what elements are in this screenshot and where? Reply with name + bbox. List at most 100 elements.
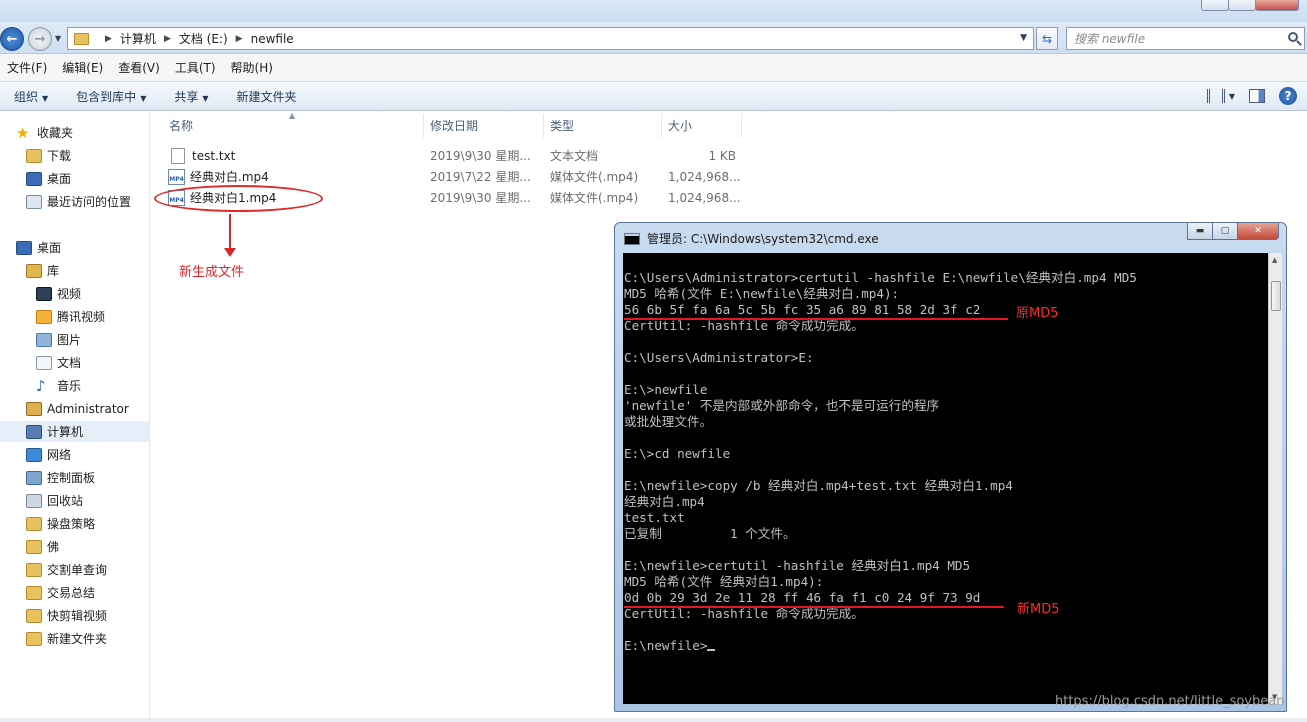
console-line: CertUtil: -hashfile 命令成功完成。 <box>624 606 864 621</box>
nav-label: 桌面 <box>47 172 72 186</box>
nav-documents[interactable]: 文档 <box>36 352 81 373</box>
nav-label: 回收站 <box>47 494 84 508</box>
nav-recent[interactable]: 最近访问的位置 <box>26 191 131 212</box>
search-icon[interactable] <box>1288 32 1298 42</box>
share-label: 共享 <box>174 89 199 104</box>
folder-icon <box>26 539 42 554</box>
menu-help[interactable]: 帮助(H) <box>224 59 281 76</box>
breadcrumb-drive[interactable]: 文档 (E:) <box>179 30 228 47</box>
file-type: 媒体文件(.mp4) <box>550 191 639 205</box>
menu-edit[interactable]: 编辑(E) <box>55 59 111 76</box>
text-cursor <box>707 649 716 651</box>
nav-tencent-video[interactable]: 腾讯视频 <box>36 306 105 327</box>
nav-folder[interactable]: 快剪辑视频 <box>26 605 107 626</box>
console-line: E:\>newfile <box>624 382 708 397</box>
menu-view[interactable]: 查看(V) <box>111 59 168 76</box>
cmd-close-button[interactable]: ✕ <box>1237 223 1279 240</box>
console-line: E:\>cd newfile <box>624 446 731 461</box>
console-line: test.txt <box>624 510 685 525</box>
chevron-right-icon[interactable]: ▶ <box>164 34 171 44</box>
console-line: C:\Users\Administrator>E: <box>624 350 814 365</box>
share-button[interactable]: 共享 ▼ <box>160 88 222 105</box>
nav-favorites[interactable]: ★ 收藏夹 <box>16 122 73 143</box>
download-folder-icon <box>26 148 42 163</box>
column-name[interactable]: 名称 <box>163 114 424 138</box>
file-row[interactable]: test.txt 2019\9\30 星期... 文本文档 1 KB <box>168 145 736 166</box>
console-output[interactable]: C:\Users\Administrator>certutil -hashfil… <box>623 253 1268 704</box>
chevron-right-icon[interactable]: ▶ <box>105 34 112 44</box>
nav-label: Administrator <box>47 401 129 416</box>
column-type[interactable]: 类型 <box>544 114 662 138</box>
scrollbar-thumb[interactable] <box>1271 281 1281 311</box>
column-date[interactable]: 修改日期 <box>424 114 544 138</box>
maximize-button[interactable] <box>1228 0 1256 11</box>
nav-recycle-bin[interactable]: 回收站 <box>26 490 83 511</box>
nav-library[interactable]: 库 <box>26 260 59 281</box>
view-options-icon[interactable] <box>1206 89 1225 103</box>
preview-pane-icon[interactable] <box>1249 89 1265 103</box>
user-folder-icon <box>26 401 42 416</box>
annotation-arrow-head-icon <box>224 248 236 257</box>
help-icon[interactable]: ? <box>1279 87 1297 105</box>
search-placeholder: 搜索 newfile <box>1074 32 1146 46</box>
nav-desktop[interactable]: 桌面 <box>16 237 61 258</box>
breadcrumb-computer[interactable]: 计算机 <box>120 30 156 47</box>
nav-administrator[interactable]: Administrator <box>26 398 129 419</box>
address-dropdown-icon[interactable]: ▼ <box>1020 33 1027 43</box>
address-field[interactable]: ▶ 计算机 ▶ 文档 (E:) ▶ newfile ▼ <box>67 27 1034 50</box>
search-input[interactable]: 搜索 newfile <box>1066 27 1305 50</box>
breadcrumb-folder[interactable]: newfile <box>251 32 294 46</box>
refresh-button[interactable]: ⇆ <box>1036 27 1058 50</box>
minimize-button[interactable] <box>1201 0 1229 11</box>
nav-videos[interactable]: 视频 <box>36 283 81 304</box>
include-in-library-button[interactable]: 包含到库中 ▼ <box>62 88 160 105</box>
nav-downloads[interactable]: 下载 <box>26 145 71 166</box>
recent-places-icon <box>26 194 42 209</box>
new-md5-underline <box>624 606 1004 608</box>
nav-folder[interactable]: 佛 <box>26 536 59 557</box>
nav-label: 腾讯视频 <box>57 310 106 324</box>
menu-bar: 文件(F) 编辑(E) 查看(V) 工具(T) 帮助(H) <box>0 54 1307 82</box>
back-button[interactable]: ← <box>0 27 24 51</box>
folder-icon <box>74 32 89 45</box>
nav-control-panel[interactable]: 控制面板 <box>26 467 95 488</box>
nav-folder[interactable]: 交割单查询 <box>26 559 107 580</box>
recent-pages-dropdown-icon[interactable]: ▼ <box>55 34 61 43</box>
nav-folder[interactable]: 操盘策略 <box>26 513 95 534</box>
forward-button[interactable]: → <box>28 27 52 51</box>
nav-folder[interactable]: 新建文件夹 <box>26 628 107 649</box>
nav-computer[interactable]: 计算机 <box>0 421 149 442</box>
menu-file[interactable]: 文件(F) <box>0 59 55 76</box>
control-panel-icon <box>26 470 42 485</box>
new-folder-button[interactable]: 新建文件夹 <box>223 88 311 105</box>
scroll-up-icon[interactable]: ▲ <box>1272 256 1277 264</box>
navigation-pane: ★ 收藏夹 下载 桌面 最近访问的位置 桌面 库 视频 腾讯视频 图片 文档 ♪ 音… <box>0 112 150 718</box>
toolbar-right: ▼ ? <box>1206 87 1297 105</box>
view-dropdown-icon[interactable]: ▼ <box>1229 92 1235 101</box>
new-md5-annotation: 新MD5 <box>1017 602 1060 617</box>
caret-down-icon: ▼ <box>42 93 49 103</box>
nav-label: 收藏夹 <box>37 126 74 140</box>
menu-tools[interactable]: 工具(T) <box>168 59 224 76</box>
column-size[interactable]: 大小 <box>662 114 742 138</box>
window-controls <box>1201 0 1299 11</box>
cmd-maximize-button[interactable]: ▢ <box>1212 223 1238 240</box>
status-strip <box>0 718 1307 722</box>
nav-folder[interactable]: 交易总结 <box>26 582 95 603</box>
console-line: MD5 哈希(文件 经典对白1.mp4): <box>624 574 824 589</box>
nav-pictures[interactable]: 图片 <box>36 329 81 350</box>
organize-button[interactable]: 组织 ▼ <box>0 88 62 105</box>
nav-desktop-fav[interactable]: 桌面 <box>26 168 71 189</box>
nav-music[interactable]: ♪ 音乐 <box>36 375 81 396</box>
include-label: 包含到库中 <box>76 89 137 104</box>
close-button[interactable] <box>1255 0 1299 11</box>
file-row[interactable]: MP4 经典对白.mp4 2019\7\22 星期... 媒体文件(.mp4) 1… <box>168 166 741 187</box>
cmd-window[interactable]: 管理员: C:\Windows\system32\cmd.exe ▬ ▢ ✕ C… <box>614 222 1287 712</box>
folder-icon <box>26 516 42 531</box>
file-size: 1,024,968... <box>668 169 741 184</box>
cmd-minimize-button[interactable]: ▬ <box>1187 223 1213 240</box>
file-name: test.txt <box>192 148 236 163</box>
nav-network[interactable]: 网络 <box>26 444 71 465</box>
console-scrollbar[interactable]: ▲ ▼ <box>1268 253 1282 704</box>
chevron-right-icon[interactable]: ▶ <box>236 34 243 44</box>
